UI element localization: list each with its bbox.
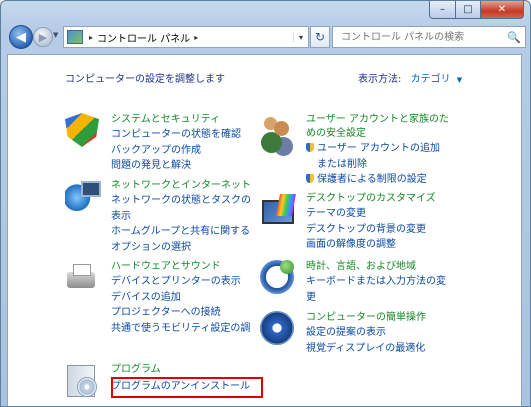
chevron-down-icon[interactable]: ▼ <box>457 76 462 84</box>
back-button[interactable]: ◀ <box>9 25 33 49</box>
category-title[interactable]: システムとセキュリティ <box>111 113 220 127</box>
link-optimize-display[interactable]: 視覚ディスプレイの最適化 <box>306 341 425 357</box>
minimize-button[interactable]: – <box>429 1 456 19</box>
category-title[interactable]: 時計、言語、および地域 <box>306 260 416 274</box>
breadcrumb-control-panel[interactable]: コントロール パネル <box>97 30 190 45</box>
search-icon[interactable]: 🔍 <box>507 31 521 44</box>
users-icon <box>260 113 294 147</box>
close-button[interactable]: ✕ <box>481 1 524 19</box>
link-troubleshoot[interactable]: 問題の発見と解決 <box>111 158 241 174</box>
content-pane: コンピューターの設定を調整します 表示方法: カテゴリ ▼ システムとセキュリテ… <box>7 54 522 406</box>
link-suggested-settings[interactable]: 設定の提案の表示 <box>306 325 425 341</box>
forward-arrow-icon: ▶ <box>38 30 48 44</box>
category-title-line1[interactable]: ユーザー アカウントと家族のた <box>306 114 449 125</box>
maximize-button[interactable]: □ <box>456 1 481 19</box>
view-by: 表示方法: カテゴリ ▼ <box>358 70 462 85</box>
highlight-box <box>111 377 263 398</box>
breadcrumb-separator[interactable]: ▸ <box>194 33 198 42</box>
view-by-label: 表示方法: <box>358 74 402 85</box>
category-title[interactable]: ハードウェアとサウンド <box>111 260 221 274</box>
link-check-status[interactable]: コンピューターの状態を確認 <box>111 127 241 143</box>
control-panel-icon <box>67 30 83 44</box>
control-panel-window: – □ ✕ ◀ ▶ ▼ ▸ コントロール パネル ▸ ▾ ↻ 🔍 コンピューター… <box>0 0 531 407</box>
page-title: コンピューターの設定を調整します <box>65 74 225 85</box>
forward-button[interactable]: ▶ <box>33 27 53 47</box>
ease-of-access-icon <box>260 311 294 345</box>
refresh-icon: ↻ <box>314 30 326 44</box>
category-title[interactable]: デスクトップのカスタマイズ <box>306 192 436 206</box>
link-backup[interactable]: バックアップの作成 <box>111 143 241 159</box>
category-title[interactable]: プログラム <box>111 363 161 377</box>
link-change-background[interactable]: デスクトップの背景の変更 <box>306 222 426 238</box>
breadcrumb-separator[interactable]: ▸ <box>89 33 93 42</box>
refresh-button[interactable]: ↻ <box>310 26 330 48</box>
recent-pages-dropdown[interactable]: ▼ <box>53 31 58 39</box>
search-box[interactable]: 🔍 <box>332 26 526 48</box>
view-by-dropdown[interactable]: カテゴリ <box>411 74 451 85</box>
link-homegroup[interactable]: ホームグループと共有に関する <box>111 224 251 240</box>
printer-icon <box>65 260 99 294</box>
link-change-keyboard[interactable]: キーボードまたは入力方法の変 <box>306 274 446 290</box>
link-adjust-resolution[interactable]: 画面の解像度の調整 <box>306 237 426 253</box>
link-mobility-settings[interactable]: 共通で使うモビリティ設定の調 <box>111 321 250 337</box>
link-change-keyboard-cont[interactable]: 更 <box>306 290 446 306</box>
back-arrow-icon: ◀ <box>16 29 26 45</box>
search-input[interactable] <box>339 30 508 44</box>
link-network-status[interactable]: ネットワークの状態とタスクの <box>111 193 251 209</box>
link-parental-controls[interactable]: 保護者による制限の設定 <box>306 172 440 188</box>
address-dropdown-icon[interactable]: ▾ <box>293 32 308 42</box>
link-change-theme[interactable]: テーマの変更 <box>306 206 426 222</box>
navigation-bar: ◀ ▶ ▼ ▸ コントロール パネル ▸ ▾ ↻ 🔍 <box>5 23 527 51</box>
clock-icon <box>260 260 294 294</box>
link-devices-printers[interactable]: デバイスとプリンターの表示 <box>111 274 250 290</box>
link-add-remove-user[interactable]: ユーザー アカウントの追加 <box>306 141 440 157</box>
category-title-line2[interactable]: めの安全設定 <box>306 128 366 139</box>
network-icon <box>65 179 101 213</box>
caption-buttons: – □ ✕ <box>429 1 524 19</box>
address-bar[interactable]: ▸ コントロール パネル ▸ ▾ <box>63 26 309 48</box>
link-connect-projector[interactable]: プロジェクターへの接続 <box>111 305 250 321</box>
category-title[interactable]: ユーザー アカウントと家族のた めの安全設定 <box>306 113 449 141</box>
desktop-icon <box>260 192 294 226</box>
link-add-remove-user-cont[interactable]: または削除 <box>306 157 440 173</box>
programs-icon <box>65 363 99 397</box>
shield-icon <box>65 113 99 147</box>
category-title[interactable]: コンピューターの簡単操作 <box>306 311 426 325</box>
link-network-status-cont[interactable]: 表示 <box>111 209 251 225</box>
link-homegroup-cont[interactable]: オプションの選択 <box>111 240 251 256</box>
category-title[interactable]: ネットワークとインターネット <box>111 179 251 193</box>
link-add-device[interactable]: デバイスの追加 <box>111 290 250 306</box>
